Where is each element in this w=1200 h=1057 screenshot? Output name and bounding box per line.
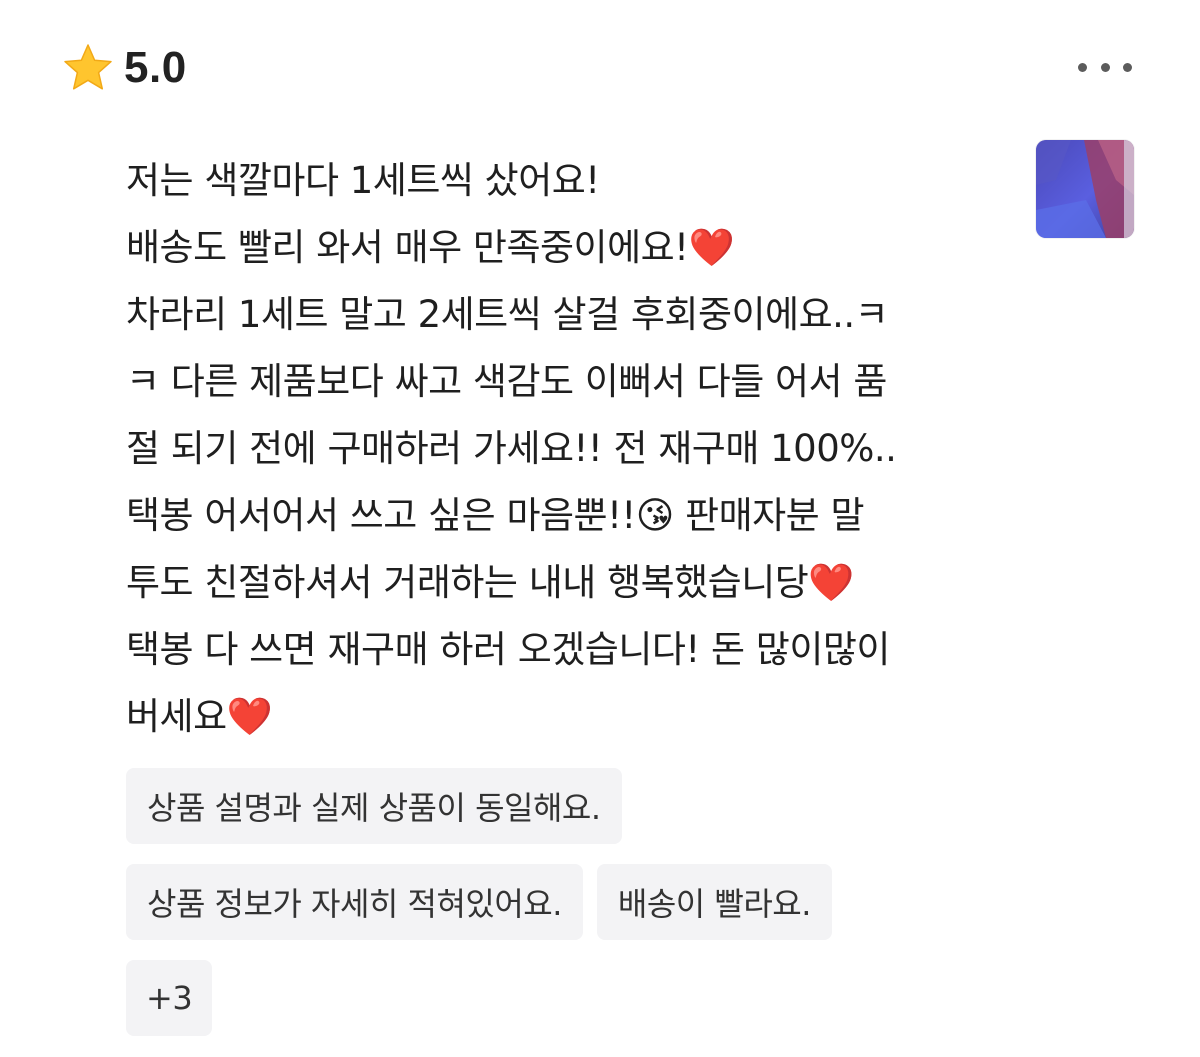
review-photo-thumbnail[interactable] [1036,140,1134,238]
tag-chip[interactable]: 상품 정보가 자세히 적혀있어요. [126,864,583,940]
rating-score: 5.0 [124,43,187,92]
star-icon [62,42,114,94]
tag-chip[interactable]: 배송이 빨라요. [596,864,832,940]
tag-row: +3 [126,960,1026,1036]
more-horizontal-icon [1078,62,1087,72]
review-body: 저는 색깔마다 1세트씩 샀어요! 배송도 빨리 와서 매우 만족중이에요!❤️… [126,159,897,738]
review-tags: 상품 설명과 실제 상품이 동일해요. 상품 정보가 자세히 적혀있어요. 배송… [126,768,1026,1056]
photo-image [1036,140,1134,238]
rating: 5.0 [62,38,187,98]
tag-row: 상품 설명과 실제 상품이 동일해요. [126,768,1026,844]
more-tags-button[interactable]: +3 [126,960,213,1036]
more-options-button[interactable] [1070,52,1140,82]
tag-chip[interactable]: 상품 설명과 실제 상품이 동일해요. [126,768,622,844]
review-header: 5.0 [62,38,1140,98]
more-horizontal-icon [1100,62,1110,72]
more-horizontal-icon [1123,62,1132,72]
tag-row: 상품 정보가 자세히 적혀있어요. 배송이 빨라요. [126,864,1026,940]
